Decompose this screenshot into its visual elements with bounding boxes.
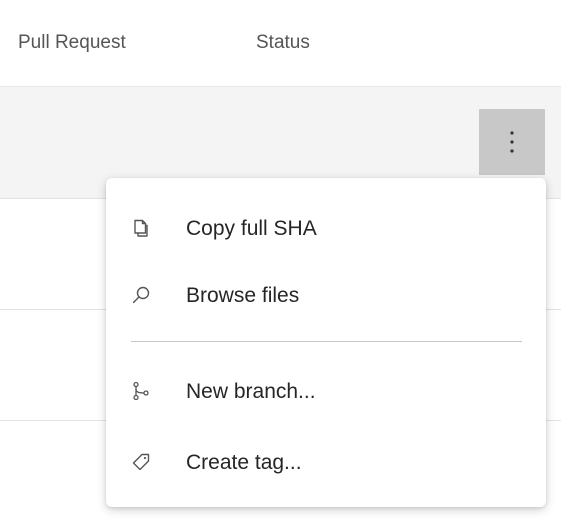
more-vertical-icon <box>510 131 514 153</box>
menu-item-create-tag[interactable]: Create tag... <box>106 432 546 492</box>
menu-item-label: New branch... <box>186 380 316 403</box>
menu-item-label: Create tag... <box>186 451 302 474</box>
commits-table: Pull Request Status Copy full SHA Browse… <box>0 0 561 531</box>
column-header-pull-request[interactable]: Pull Request <box>18 32 126 54</box>
branch-icon <box>133 381 149 401</box>
table-header: Pull Request Status <box>0 0 561 87</box>
more-actions-button[interactable] <box>479 109 545 175</box>
menu-item-copy-full-sha[interactable]: Copy full SHA <box>106 198 546 258</box>
commit-context-menu: Copy full SHA Browse files New branch... <box>106 178 546 507</box>
search-icon <box>132 286 150 304</box>
menu-item-browse-files[interactable]: Browse files <box>106 265 546 325</box>
column-header-status[interactable]: Status <box>256 32 310 54</box>
menu-item-label: Copy full SHA <box>186 217 317 240</box>
menu-divider <box>131 341 522 342</box>
menu-item-label: Browse files <box>186 284 300 307</box>
tag-icon <box>132 453 150 471</box>
copy-icon <box>134 219 148 237</box>
menu-item-new-branch[interactable]: New branch... <box>106 361 546 421</box>
